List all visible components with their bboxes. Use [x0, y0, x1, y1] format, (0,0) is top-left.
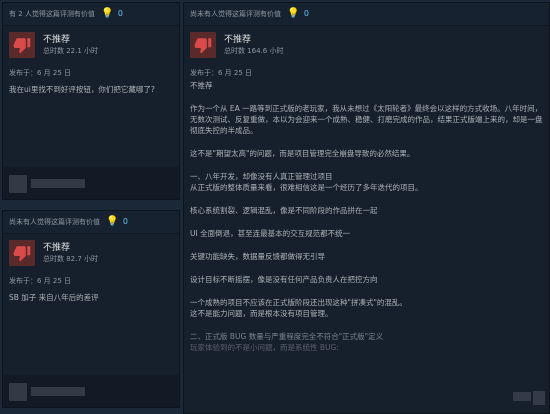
posted-date: 发布于：6 月 25 日 [190, 69, 253, 77]
helpful-text: 尚未有人觉得这篇评测有价值 [9, 218, 100, 226]
review-paragraph: 不推荐 [190, 81, 213, 90]
avatar[interactable] [9, 175, 27, 193]
reviewer-footer[interactable] [3, 167, 179, 199]
posted-date: 发布于：6 月 25 日 [9, 69, 72, 77]
review-paragraph: 一、八年开发，却像没有人真正管理过项目 [190, 172, 333, 181]
recommendation-row[interactable]: 不推荐 总时数 82.7 小时 [3, 234, 179, 266]
review-card: 尚未有人觉得这篇评测有价值 💡 0 不推荐 总时数 82.7 小时 发布于：6 … [2, 210, 180, 408]
review-paragraph: 玩家体验到的不是小问题，而是系统性 BUG: [190, 343, 339, 352]
playtime: 总时数 164.6 小时 [224, 47, 284, 55]
verdict-label: 不推荐 [43, 243, 71, 253]
thumbs-down-icon [9, 240, 35, 266]
playtime: 总时数 22.1 小时 [43, 47, 99, 55]
recommendation-row[interactable]: 不推荐 总时数 22.1 小时 [3, 26, 179, 58]
lightbulb-icon: 💡 [287, 8, 300, 19]
review-body: 不推荐 作为一个从 EA 一路等到正式版的老玩家，我从未想过《太阳轮者》最终会以… [184, 80, 549, 353]
fade-overlay [184, 379, 549, 413]
review-paragraph: 这不是"期望太高"的问题，而是项目管理完全崩盘导致的必然结果。 [190, 149, 415, 158]
reviewer-name[interactable] [513, 392, 531, 401]
reviewer-name[interactable] [31, 179, 85, 188]
thumbs-down-icon [190, 32, 216, 58]
recommendation-row[interactable]: 不推荐 总时数 164.6 小时 [184, 26, 549, 58]
posted-date: 发布于：6 月 25 日 [9, 277, 72, 285]
helpful-count: 0 [117, 9, 123, 18]
review-paragraph: 设计目标不断摇摆，像是没有任何产品负责人在把控方向 [190, 275, 378, 284]
review-paragraph: 这不是能力问题，而是根本没有项目管理。 [190, 309, 333, 318]
review-paragraph: 关键功能缺失，数据量反馈都做得无引导 [190, 252, 325, 261]
reviewer-name[interactable] [31, 387, 85, 396]
review-paragraph: 作为一个从 EA 一路等到正式版的老玩家，我从未想过《太阳轮者》最终会以这样的方… [190, 104, 543, 135]
lightbulb-icon: 💡 [106, 216, 119, 227]
review-body: SB 加子 来自八年后的差评 [9, 293, 99, 302]
playtime: 总时数 82.7 小时 [43, 255, 99, 263]
helpful-header: 尚未有人觉得这篇评测有价值 💡 0 [3, 211, 179, 234]
helpful-header: 有 2 人觉得这篇评测有价值 💡 0 [3, 3, 179, 26]
review-paragraph: 二、正式版 BUG 数量与严重程度完全不符合"正式版"定义 [190, 332, 384, 341]
thumbs-down-icon [9, 32, 35, 58]
verdict-label: 不推荐 [43, 35, 71, 45]
helpful-text: 尚未有人觉得这篇评测有价值 [190, 10, 281, 18]
helpful-count: 0 [303, 9, 310, 18]
helpful-text: 有 2 人觉得这篇评测有价值 [9, 10, 95, 18]
review-card: 有 2 人觉得这篇评测有价值 💡 0 不推荐 总时数 22.1 小时 发布于：6… [2, 2, 180, 200]
review-paragraph: 一个成熟的项目不应该在正式版阶段还出现这种"拼凑式"的混乱。 [190, 298, 407, 307]
review-paragraph: UI 全面倒退，甚至连最基本的交互规范都不统一 [190, 229, 351, 238]
reviewer-footer[interactable] [3, 375, 179, 407]
review-body: 我在ui里找不到好评按钮，你们把它藏哪了? [9, 85, 155, 94]
avatar[interactable] [533, 391, 545, 405]
review-paragraph: 核心系统割裂、逻辑混乱，像是不同阶段的作品拼在一起 [190, 206, 378, 215]
review-card: 尚未有人觉得这篇评测有价值 💡 0 不推荐 总时数 164.6 小时 发布于：6… [183, 2, 550, 414]
review-paragraph: 从正式版的整体质量来看，很难相信这是一个经历了多年迭代的项目。 [190, 183, 423, 192]
helpful-header: 尚未有人觉得这篇评测有价值 💡 0 [184, 3, 549, 26]
helpful-count: 0 [122, 217, 129, 226]
lightbulb-icon: 💡 [101, 8, 114, 19]
avatar[interactable] [9, 383, 27, 401]
verdict-label: 不推荐 [224, 35, 252, 45]
